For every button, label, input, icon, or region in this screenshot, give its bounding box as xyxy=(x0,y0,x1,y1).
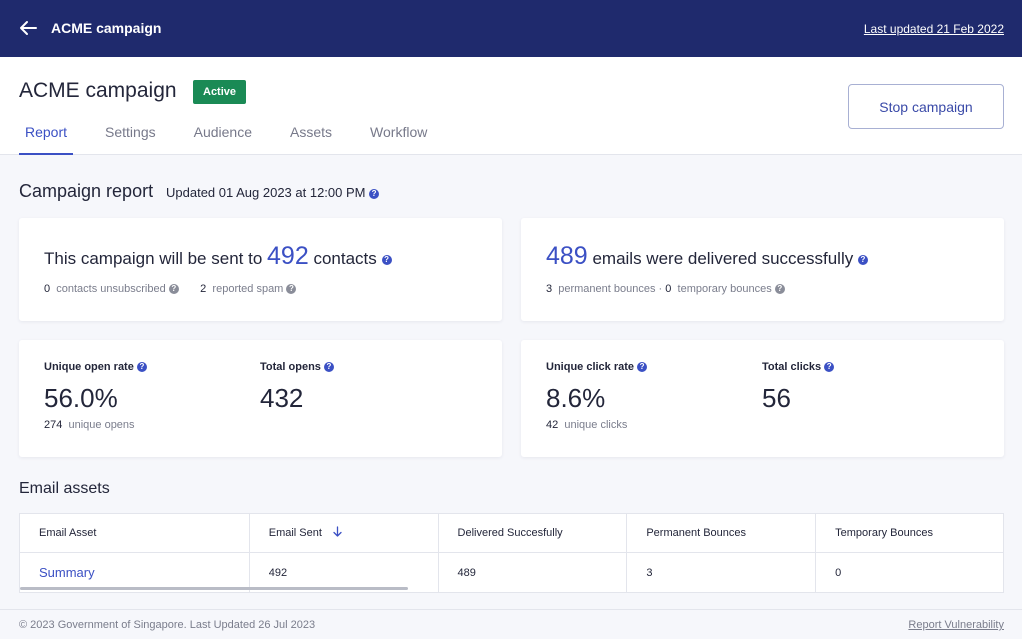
temporary-count: 0 xyxy=(665,283,672,295)
unique-clicks: 42 unique clicks xyxy=(546,419,627,431)
total-clicks-value: 56 xyxy=(762,383,791,413)
status-badge: Active xyxy=(193,80,247,104)
bounce-stats: 3 permanent bounces · 0 temporary bounce… xyxy=(546,283,785,295)
open-rate-label: Unique open rate ? xyxy=(44,361,147,373)
tab-audience[interactable]: Audience xyxy=(194,119,252,155)
total-opens-value: 432 xyxy=(260,383,304,413)
permanent-count: 3 xyxy=(546,283,553,295)
unique-clicks-count: 42 xyxy=(546,419,559,431)
click-rate-label: Unique click rate ? xyxy=(546,361,648,373)
table-cell: 0 xyxy=(815,552,1004,593)
table-header-row: Email Asset Email Sent Delivered Succesf… xyxy=(19,513,1004,553)
delivered-count: 489 xyxy=(546,242,588,270)
tab-workflow[interactable]: Workflow xyxy=(370,119,427,155)
contacts-count: 492 xyxy=(267,242,309,270)
arrow-down-icon[interactable] xyxy=(333,526,342,540)
total-clicks-label-text: Total clicks xyxy=(762,361,822,373)
email-assets-title: Email assets xyxy=(19,480,110,497)
permanent-label: permanent bounces xyxy=(558,283,656,295)
spam-label: reported spam xyxy=(212,283,284,295)
page-title: ACME campaign xyxy=(19,79,177,102)
unique-clicks-label: unique clicks xyxy=(564,419,628,431)
question-circle-icon[interactable]: ? xyxy=(637,362,648,373)
question-circle-icon[interactable]: ? xyxy=(136,362,147,373)
table-cell: 489 xyxy=(438,552,628,593)
contacts-stats: 0 contacts unsubscribed ? 2 reported spa… xyxy=(44,283,297,295)
stop-campaign-button[interactable]: Stop campaign xyxy=(848,84,1004,129)
question-circle-icon[interactable]: ? xyxy=(369,188,380,199)
tab-assets[interactable]: Assets xyxy=(290,119,332,155)
column-header-email-sent[interactable]: Email Sent xyxy=(249,513,439,553)
top-bar: ACME campaign Last updated 21 Feb 2022 xyxy=(0,0,1022,57)
open-rate-label-text: Unique open rate xyxy=(44,361,134,373)
column-header: Delivered Succesfully xyxy=(438,513,628,553)
copyright-text: © 2023 Government of Singapore. Last Upd… xyxy=(19,619,316,631)
click-rate-label-text: Unique click rate xyxy=(546,361,635,373)
question-circle-icon[interactable]: ? xyxy=(286,284,297,295)
horizontal-scrollbar[interactable] xyxy=(20,587,408,590)
total-opens-label-text: Total opens xyxy=(260,361,321,373)
separator: · xyxy=(658,283,663,295)
unsubscribed-label: contacts unsubscribed xyxy=(56,283,166,295)
footer: © 2023 Government of Singapore. Last Upd… xyxy=(0,609,1022,639)
unsubscribed-count: 0 xyxy=(44,283,51,295)
delivered-suffix: emails were delivered successfully xyxy=(592,249,854,268)
column-header: Permanent Bounces xyxy=(626,513,817,553)
report-vulnerability-link[interactable]: Report Vulnerability xyxy=(908,619,1004,631)
opens-card: Unique open rate ? 56.0% 274 unique open… xyxy=(19,340,502,457)
section-title: Campaign report xyxy=(19,181,154,201)
contacts-prefix: This campaign will be sent to xyxy=(44,249,263,268)
question-circle-icon[interactable]: ? xyxy=(381,254,392,265)
click-rate-value: 8.6% xyxy=(546,383,606,413)
column-header: Email Asset xyxy=(19,513,250,553)
arrow-left-icon[interactable] xyxy=(19,17,39,39)
question-circle-icon[interactable]: ? xyxy=(323,362,334,373)
tab-settings[interactable]: Settings xyxy=(105,119,156,155)
topbar-title: ACME campaign xyxy=(51,20,162,36)
last-updated-link[interactable]: Last updated 21 Feb 2022 xyxy=(864,22,1004,36)
contacts-suffix: contacts xyxy=(313,249,377,268)
contacts-card: This campaign will be sent to 492 contac… xyxy=(19,218,502,321)
total-opens-label: Total opens ? xyxy=(260,361,334,373)
delivered-headline: 489 emails were delivered successfully ? xyxy=(546,242,868,271)
spam-count: 2 xyxy=(200,283,207,295)
total-clicks-label: Total clicks ? xyxy=(762,361,835,373)
clicks-card: Unique click rate ? 8.6% 42 unique click… xyxy=(521,340,1004,457)
question-circle-icon[interactable]: ? xyxy=(824,362,835,373)
contacts-headline: This campaign will be sent to 492 contac… xyxy=(44,242,392,271)
question-circle-icon[interactable]: ? xyxy=(857,254,868,265)
question-circle-icon[interactable]: ? xyxy=(774,284,785,295)
tab-bar: Report Settings Audience Assets Workflow xyxy=(19,119,465,155)
unique-opens-label: unique opens xyxy=(68,419,135,431)
report-updated: Updated 01 Aug 2023 at 12:00 PM ? xyxy=(166,185,380,200)
report-updated-text: Updated 01 Aug 2023 at 12:00 PM xyxy=(166,185,366,200)
tab-report[interactable]: Report xyxy=(19,119,74,155)
delivered-card: 489 emails were delivered successfully ?… xyxy=(521,218,1004,321)
open-rate-value: 56.0% xyxy=(44,383,118,413)
column-header-label: Email Sent xyxy=(268,527,322,539)
question-circle-icon[interactable]: ? xyxy=(168,284,179,295)
column-header: Temporary Bounces xyxy=(815,513,1004,553)
email-assets-table: Email Asset Email Sent Delivered Succesf… xyxy=(19,513,1004,593)
unique-opens-count: 274 xyxy=(44,419,63,431)
unique-opens: 274 unique opens xyxy=(44,419,135,431)
temporary-label: temporary bounces xyxy=(677,283,772,295)
campaign-header: ACME campaign Active Stop campaign Repor… xyxy=(0,57,1022,155)
table-cell: 3 xyxy=(626,552,817,593)
